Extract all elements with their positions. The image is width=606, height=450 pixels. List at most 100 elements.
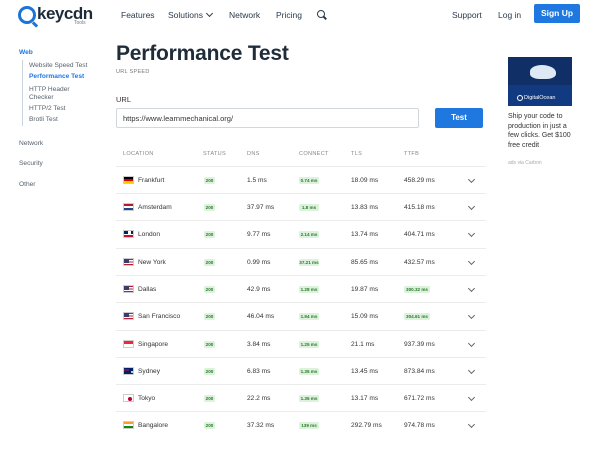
tls-cell: 13.17 ms: [351, 395, 379, 402]
search-icon[interactable]: [317, 10, 325, 18]
sidebar-section-network[interactable]: Network: [19, 140, 43, 148]
connect-badge: 1.25 ms: [299, 341, 319, 348]
dns-cell: 0.99 ms: [247, 259, 271, 266]
sign-up-button[interactable]: Sign Up: [534, 4, 580, 23]
expand-chevron-icon[interactable]: [467, 257, 476, 266]
sidebar-section-other[interactable]: Other: [19, 181, 36, 189]
connect-badge: 2.14 ms: [299, 231, 319, 238]
column-header-dns: DNS: [247, 151, 260, 157]
status-badge: 200: [204, 204, 215, 211]
sidebar-item-http2-test[interactable]: HTTP/2 Test: [29, 105, 66, 113]
nav-features-link[interactable]: Features: [121, 0, 155, 30]
tls-cell: 18.09 ms: [351, 177, 379, 184]
expand-chevron-icon[interactable]: [467, 366, 476, 375]
dns-cell: 42.9 ms: [247, 286, 271, 293]
location-cell: Singapore: [138, 341, 169, 348]
expand-chevron-icon[interactable]: [467, 175, 476, 184]
expand-chevron-icon[interactable]: [467, 202, 476, 211]
connect-badge: 37.21 ms: [299, 259, 319, 266]
nav-solutions-label: Solutions: [168, 10, 203, 20]
connect-badge: 1.94 ms: [299, 313, 319, 320]
url-input[interactable]: https://www.learnmechanical.org/: [116, 108, 419, 128]
table-row[interactable]: London 200 9.77 ms 2.14 ms 13.74 ms 404.71 ms: [116, 220, 486, 247]
status-badge: 200: [204, 422, 215, 429]
tls-cell: 13.45 ms: [351, 368, 379, 375]
location-cell: London: [138, 231, 161, 238]
column-header-location: LOCATION: [123, 151, 154, 157]
expand-chevron-icon[interactable]: [467, 311, 476, 320]
expand-chevron-icon[interactable]: [467, 393, 476, 402]
nav-support-link[interactable]: Support: [452, 0, 482, 30]
location-cell: San Francisco: [138, 313, 181, 320]
status-badge: 200: [204, 259, 215, 266]
connect-badge: 1.35 ms: [299, 368, 319, 375]
sidebar-item-performance-test[interactable]: Performance Test: [29, 73, 84, 81]
connect-badge: 0.74 ms: [299, 177, 319, 184]
location-cell: Frankfurt: [138, 177, 165, 184]
sidebar-section-web[interactable]: Web: [19, 49, 33, 57]
dns-cell: 37.32 ms: [247, 422, 275, 429]
sidebar-section-security[interactable]: Security: [19, 160, 43, 168]
flag-icon: [123, 285, 134, 293]
ad-copy-text[interactable]: Ship your code to production in just a f…: [508, 112, 577, 150]
location-cell: Sydney: [138, 368, 160, 375]
dns-cell: 46.04 ms: [247, 313, 275, 320]
table-row[interactable]: Sydney 200 6.83 ms 1.35 ms 13.45 ms 873.84 ms: [116, 357, 486, 384]
dns-cell: 6.83 ms: [247, 368, 271, 375]
nav-solutions-dropdown[interactable]: Solutions: [168, 0, 214, 30]
logo-subtitle: Tools: [74, 20, 86, 26]
sidebar-item-brotli-test[interactable]: Brotli Test: [29, 116, 58, 124]
nav-pricing-link[interactable]: Pricing: [276, 0, 302, 30]
table-row[interactable]: Dallas 200 42.9 ms 1.28 ms 19.87 ms 300.32 ms: [116, 275, 486, 302]
status-badge: 200: [204, 341, 215, 348]
table-row[interactable]: New York 200 0.99 ms 37.21 ms 85.65 ms 432.57…: [116, 248, 486, 275]
expand-chevron-icon[interactable]: [467, 339, 476, 348]
chevron-down-icon: [205, 9, 214, 18]
sidebar-item-website-speed-test[interactable]: Website Speed Test: [29, 62, 87, 70]
test-button[interactable]: Test: [435, 108, 483, 128]
status-badge: 200: [204, 231, 215, 238]
ttfb-cell: 432.57 ms: [404, 259, 435, 266]
nav-network-link[interactable]: Network: [229, 0, 260, 30]
connect-badge: 1.35 ms: [299, 395, 319, 402]
tls-cell: 13.74 ms: [351, 231, 379, 238]
ad-image[interactable]: DigitalOcean: [508, 57, 572, 106]
column-header-connect: CONNECT: [299, 151, 329, 157]
flag-icon: [123, 230, 134, 238]
sidebar-divider-line: [22, 60, 23, 126]
table-row[interactable]: Frankfurt 200 1.5 ms 0.74 ms 18.09 ms 458.29 …: [116, 166, 486, 193]
sponsored-ad[interactable]: DigitalOcean Ship your code to productio…: [501, 51, 578, 166]
flag-icon: [123, 340, 134, 348]
tls-cell: 292.79 ms: [351, 422, 382, 429]
location-cell: Amsterdam: [138, 204, 172, 211]
status-badge: 200: [204, 395, 215, 402]
nav-login-link[interactable]: Log in: [498, 0, 521, 30]
ad-brand-name: DigitalOcean: [524, 95, 556, 101]
dns-cell: 3.84 ms: [247, 341, 271, 348]
ad-attribution[interactable]: ads via Carbon: [508, 160, 542, 166]
table-row[interactable]: Tokyo 200 22.2 ms 1.35 ms 13.17 ms 671.72 ms: [116, 384, 486, 411]
status-badge: 200: [204, 286, 215, 293]
table-row[interactable]: San Francisco 200 46.04 ms 1.94 ms 15.09 ms 3…: [116, 302, 486, 329]
url-label: URL: [116, 95, 132, 104]
tls-cell: 85.65 ms: [351, 259, 379, 266]
tls-cell: 21.1 ms: [351, 341, 375, 348]
expand-chevron-icon[interactable]: [467, 284, 476, 293]
connect-badge: 139 ms: [299, 422, 319, 429]
sidebar-item-http-header-checker[interactable]: HTTP Header Checker: [29, 86, 89, 102]
dns-cell: 22.2 ms: [247, 395, 271, 402]
digitalocean-logo-icon: [517, 95, 523, 101]
connect-badge: 1.28 ms: [299, 286, 319, 293]
table-row[interactable]: Amsterdam 200 37.97 ms 1.8 ms 13.83 ms 415.18…: [116, 193, 486, 220]
ttfb-badge: 300.32 ms: [404, 286, 430, 293]
table-row[interactable]: Singapore 200 3.84 ms 1.25 ms 21.1 ms 937.39 …: [116, 330, 486, 357]
ttfb-cell: 937.39 ms: [404, 341, 435, 348]
ttfb-cell: 404.71 ms: [404, 231, 435, 238]
location-cell: Tokyo: [138, 395, 156, 402]
dns-cell: 37.97 ms: [247, 204, 275, 211]
flag-icon: [123, 258, 134, 266]
expand-chevron-icon[interactable]: [467, 420, 476, 429]
ttfb-cell: 671.72 ms: [404, 395, 435, 402]
expand-chevron-icon[interactable]: [467, 229, 476, 238]
table-row[interactable]: Bangalore 200 37.32 ms 139 ms 292.79 ms 974.7…: [116, 411, 486, 438]
